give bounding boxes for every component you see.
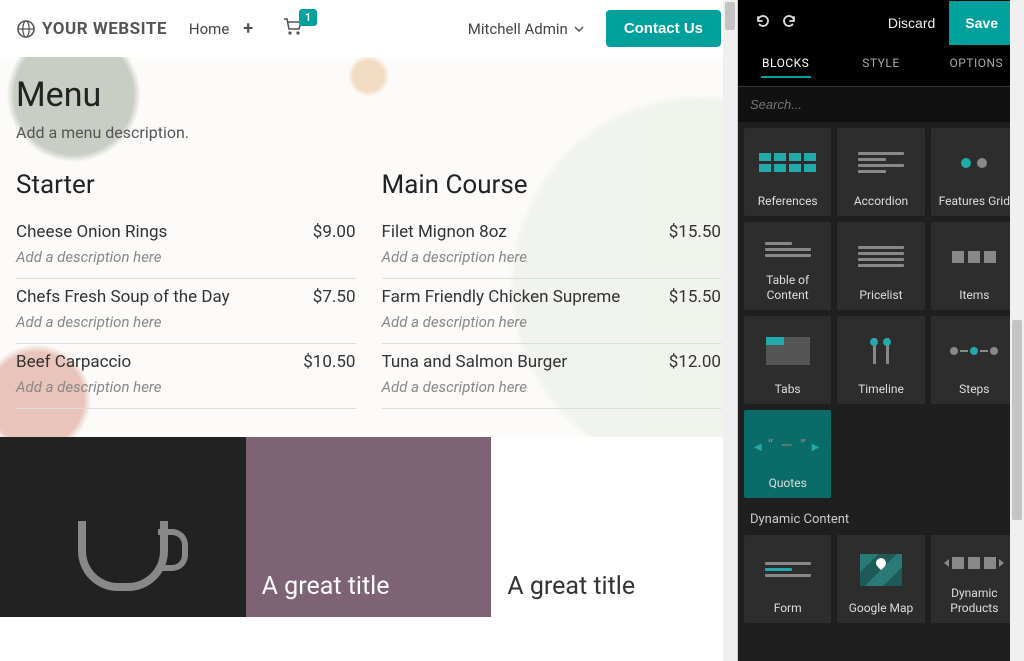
block-search [738,87,1024,122]
tab-blocks[interactable]: BLOCKS [738,46,833,86]
block-pricelist[interactable]: Pricelist [837,222,924,310]
sidebar-tabs: BLOCKS STYLE OPTIONS [738,46,1024,87]
block-references[interactable]: References [744,128,831,216]
dish-description[interactable]: Add a description here [382,307,722,341]
block-quotes[interactable]: “ — ” Quotes [744,410,831,498]
dish-price: $12.00 [669,352,721,372]
block-tabs[interactable]: Tabs [744,316,831,404]
dish-item[interactable]: Cheese Onion Rings $9.00 Add a descriptio… [16,214,356,279]
dish-description[interactable]: Add a description here [16,242,356,276]
page-title[interactable]: Menu [16,75,721,115]
dish-price: $15.50 [669,287,721,307]
discard-button[interactable]: Discard [874,1,949,45]
tab-style[interactable]: STYLE [833,46,928,86]
dish-price: $7.50 [313,287,356,307]
undo-button[interactable] [748,7,776,39]
tile-white[interactable]: A great title [491,437,737,617]
nav-home[interactable]: Home [189,20,229,38]
nav-add-page[interactable]: + [243,18,253,39]
save-button[interactable]: Save [949,1,1014,45]
page-subtitle[interactable]: Add a menu description. [16,123,721,142]
blocks-panel: References Accordion Features Grid Table… [738,122,1024,661]
brand-logo[interactable]: YOUR WEBSITE [16,19,167,39]
column-heading[interactable]: Main Course [382,170,722,200]
menu-column-main[interactable]: Main Course Filet Mignon 8oz $15.50 Add a… [382,170,722,409]
sidebar-toolbar: Discard Save [738,0,1024,46]
tile-title: A great title [507,572,635,601]
column-heading[interactable]: Starter [16,170,356,200]
dish-description[interactable]: Add a description here [382,372,722,406]
dish-item[interactable]: Filet Mignon 8oz $15.50 Add a description… [382,214,722,279]
user-name: Mitchell Admin [468,20,568,38]
brand-text: YOUR WEBSITE [42,19,167,39]
contact-us-button[interactable]: Contact Us [606,10,721,47]
tiles-section[interactable]: A great title A great title [0,437,737,617]
dish-name: Chefs Fresh Soup of the Day [16,287,230,307]
dish-item[interactable]: Beef Carpaccio $10.50 Add a description h… [16,344,356,409]
dish-price: $15.50 [669,222,721,242]
dish-name: Cheese Onion Rings [16,222,167,242]
block-items[interactable]: Items [931,222,1018,310]
top-nav: YOUR WEBSITE Home + 1 Mitchell Admin Con… [0,0,737,57]
block-features-grid[interactable]: Features Grid [931,128,1018,216]
redo-button[interactable] [776,7,804,39]
globe-icon [16,19,36,39]
block-google-map[interactable]: Google Map [837,535,924,623]
block-steps[interactable]: Steps [931,316,1018,404]
menu-hero-section[interactable]: Menu Add a menu description. Starter Che… [0,57,737,437]
tile-image[interactable] [0,437,246,617]
dish-description[interactable]: Add a description here [16,372,356,406]
dish-price: $9.00 [313,222,356,242]
preview-scrollbar[interactable] [723,0,737,661]
dish-name: Beef Carpaccio [16,352,131,372]
website-preview: YOUR WEBSITE Home + 1 Mitchell Admin Con… [0,0,738,661]
tile-purple[interactable]: A great title [246,437,492,617]
section-dynamic-content: Dynamic Content [744,498,1018,535]
dish-name: Farm Friendly Chicken Supreme [382,287,621,307]
block-table-of-content[interactable]: Table of Content [744,222,831,310]
dish-description[interactable]: Add a description here [16,307,356,341]
editor-sidebar: Discard Save BLOCKS STYLE OPTIONS Refere… [738,0,1024,661]
dish-name: Filet Mignon 8oz [382,222,507,242]
dish-description[interactable]: Add a description here [382,242,722,276]
tile-title: A great title [262,572,390,601]
dish-name: Tuna and Salmon Burger [382,352,568,372]
mug-illustration [78,521,168,591]
chevron-down-icon [574,26,584,32]
dish-item[interactable]: Chefs Fresh Soup of the Day $7.50 Add a d… [16,279,356,344]
dish-price: $10.50 [303,352,355,372]
sidebar-scrollbar[interactable] [1010,0,1024,661]
block-accordion[interactable]: Accordion [837,128,924,216]
user-menu[interactable]: Mitchell Admin [468,20,584,38]
menu-column-starter[interactable]: Starter Cheese Onion Rings $9.00 Add a de… [16,170,356,409]
dish-item[interactable]: Tuna and Salmon Burger $12.00 Add a descr… [382,344,722,409]
block-timeline[interactable]: Timeline [837,316,924,404]
dish-item[interactable]: Farm Friendly Chicken Supreme $15.50 Add … [382,279,722,344]
block-form[interactable]: Form [744,535,831,623]
search-input[interactable] [738,87,1024,122]
nav-cart[interactable]: 1 [283,18,303,40]
block-dynamic-products[interactable]: Dynamic Products [931,535,1018,623]
cart-count-badge: 1 [299,9,317,26]
